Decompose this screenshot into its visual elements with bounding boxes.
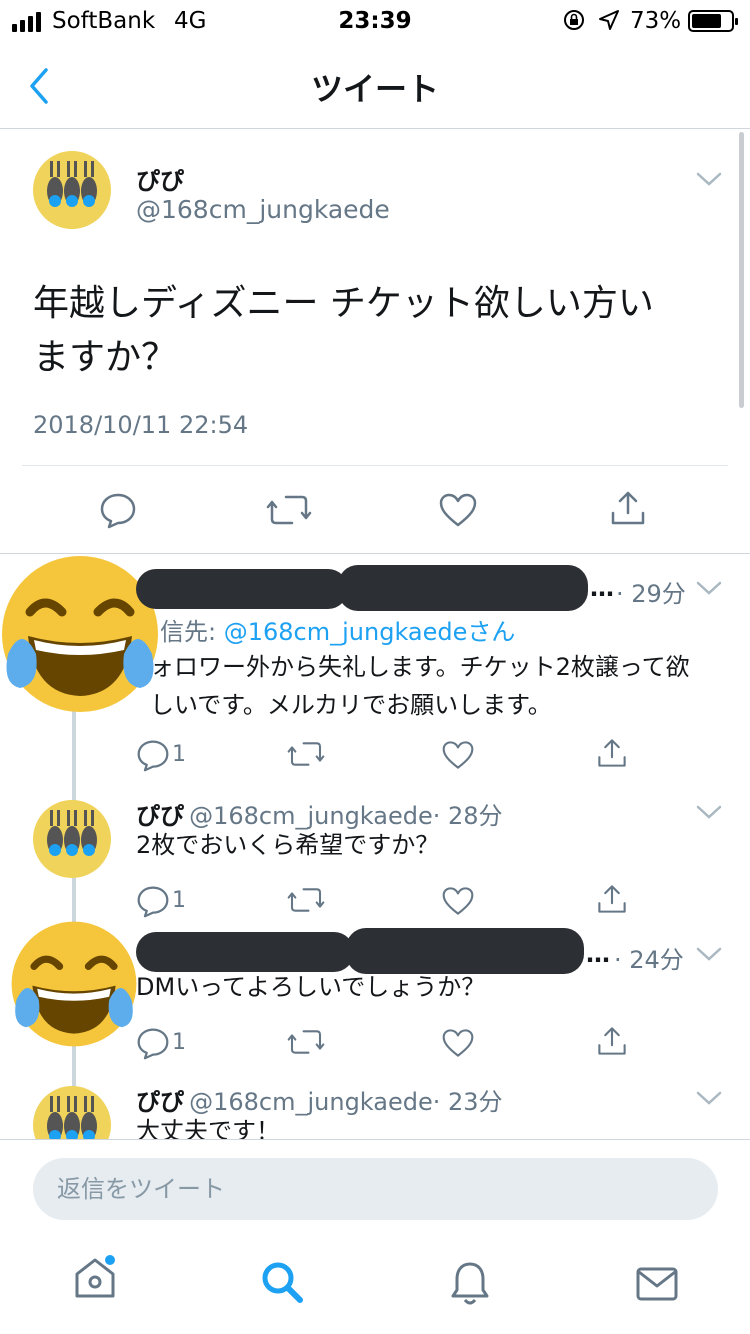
laughing-emoji-avatar[interactable] (10, 920, 138, 1048)
battery-icon (688, 10, 738, 32)
reply-text: 2枚でおいくら希望ですか？ (136, 831, 440, 859)
tab-notifications[interactable] (449, 1260, 491, 1310)
reply-text-line2: しいです。メルカリでお願いします。 (150, 691, 552, 719)
reply-tweet[interactable]: ぴぴ @168cm_jungkaede· 28分 2枚でおいくら希望ですか？ 1 (0, 788, 750, 928)
search-icon (262, 1262, 303, 1303)
timestamp: 2018/10/11 22:54 (33, 411, 249, 439)
reply-to-handle[interactable]: @168cm_jungkaedeさん (224, 618, 516, 646)
tab-search[interactable] (260, 1260, 304, 1308)
laughing-emoji-avatar[interactable] (0, 554, 160, 714)
tab-bar (0, 1240, 750, 1334)
bell-icon (451, 1262, 489, 1305)
share-icon[interactable] (596, 736, 628, 770)
reply-icon[interactable] (136, 738, 170, 772)
retweet-icon[interactable] (266, 493, 312, 527)
chevron-down-icon[interactable] (696, 804, 722, 824)
handle[interactable]: @168cm_jungkaede (136, 195, 390, 224)
display-name[interactable]: ぴぴ (136, 161, 184, 196)
reply-to-prefix: 信先: (160, 618, 217, 646)
reply-time: · 29分 (616, 580, 686, 608)
reply-count: 1 (172, 1030, 186, 1055)
divider (22, 465, 728, 466)
reply-time: · 24分 (614, 946, 684, 974)
share-icon[interactable] (609, 489, 647, 527)
retweet-icon[interactable] (287, 740, 325, 768)
chevron-down-icon[interactable] (696, 1090, 722, 1110)
rotation-lock-icon (562, 8, 586, 38)
redacted-name-bar (136, 932, 354, 972)
reply-tweet[interactable]: … · 24分 DMいってよろしいでしょうか？ 1 (0, 920, 750, 1066)
retweet-icon[interactable] (287, 886, 325, 914)
ellipsis: … (590, 574, 614, 602)
home-icon (75, 1255, 115, 1298)
main-tweet: ぴぴ @168cm_jungkaede 年越しディズニー チケット欲しい方い ま… (0, 129, 750, 554)
share-icon[interactable] (596, 882, 628, 916)
reply-text-line1: ォロワー外から失礼します。チケット2枚譲って欲 (150, 653, 690, 681)
tweet-text-line2: ますか？ (33, 337, 178, 378)
reply-count: 1 (172, 742, 186, 767)
location-icon (598, 9, 620, 37)
tab-home[interactable] (72, 1254, 118, 1306)
ellipsis: … (586, 940, 610, 968)
like-icon[interactable] (442, 886, 474, 916)
redacted-handle-bar (338, 565, 588, 611)
reply-tweet[interactable]: ぴぴ @168cm_jungkaede· 23分 大丈夫です！ (0, 1074, 750, 1139)
avatar[interactable] (33, 800, 111, 878)
redacted-name-bar (136, 569, 348, 609)
like-icon[interactable] (439, 493, 477, 527)
chevron-down-icon[interactable] (696, 946, 722, 966)
reply-icon[interactable] (99, 491, 137, 529)
reply-input[interactable]: 返信をツイート (33, 1158, 718, 1220)
avatar[interactable] (33, 1086, 111, 1139)
tweet-text: 年越しディズニー チケット欲しい方い ますか？ (33, 277, 654, 385)
reply-text: DMいってよろしいでしょうか？ (136, 973, 486, 1001)
avatar[interactable] (33, 151, 111, 229)
reply-to-line: 信先: @168cm_jungkaedeさん (160, 612, 515, 647)
reply-text: ォロワー外から失礼します。チケット2枚譲って欲 しいです。メルカリでお願いします… (150, 648, 690, 724)
battery-percent: 73% (630, 8, 682, 34)
reply-count: 1 (172, 888, 186, 913)
share-icon[interactable] (596, 1024, 628, 1058)
like-icon[interactable] (442, 1028, 474, 1058)
reply-tweet[interactable]: … · 29分 信先: @168cm_jungkaedeさん ォロワー外から失礼… (0, 554, 750, 788)
nav-bar: ツイート (0, 44, 750, 129)
like-icon[interactable] (442, 740, 474, 770)
tweet-text-line1: 年越しディズニー チケット欲しい方い (33, 283, 654, 324)
reply-time: · 28分 (432, 802, 503, 830)
chevron-down-icon[interactable] (696, 580, 722, 600)
mail-icon (636, 1267, 678, 1301)
tab-messages[interactable] (636, 1266, 678, 1306)
reply-icon[interactable] (136, 1026, 170, 1060)
chevron-down-icon[interactable] (696, 171, 722, 191)
page-title: ツイート (310, 70, 439, 108)
reply-icon[interactable] (136, 884, 170, 918)
reply-time: · 23分 (432, 1088, 503, 1116)
retweet-icon[interactable] (287, 1028, 325, 1056)
reply-text: 大丈夫です！ (136, 1117, 280, 1139)
status-bar: SoftBank 4G 23:39 73% (0, 0, 750, 44)
